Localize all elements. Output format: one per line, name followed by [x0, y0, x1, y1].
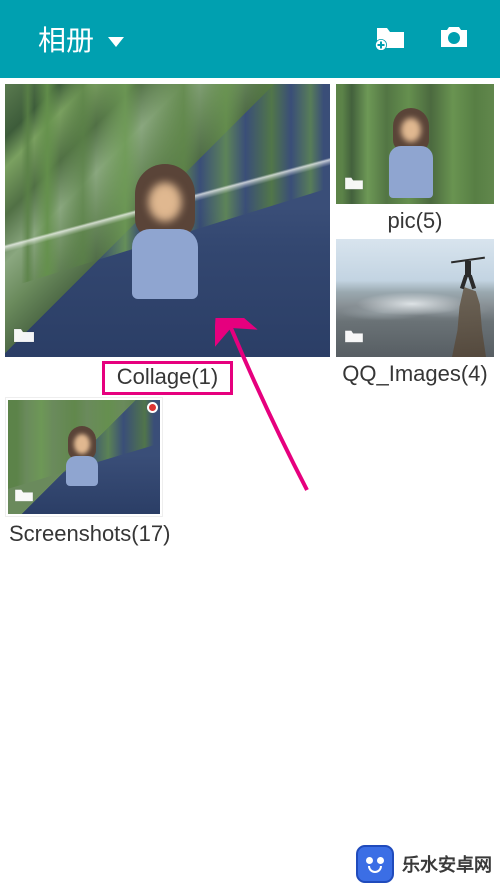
camera-icon[interactable] [438, 24, 470, 55]
album-label-qq: QQ_Images(4) [336, 361, 494, 387]
album-thumbnail-qq[interactable] [336, 239, 494, 357]
folder-icon [344, 175, 364, 196]
gallery-grid: Collage(1) pic(5) [0, 78, 500, 553]
album-thumbnail-screenshots[interactable] [5, 397, 163, 517]
folder-icon [14, 487, 34, 508]
album-collage[interactable]: Collage(1) [5, 84, 330, 395]
album-thumbnail-pic[interactable] [336, 84, 494, 204]
folder-icon [344, 328, 364, 349]
watermark: 乐水安卓网 [356, 845, 492, 883]
watermark-text: 乐水安卓网 [402, 851, 492, 877]
folder-icon [13, 326, 35, 349]
album-qq-images[interactable]: QQ_Images(4) [336, 239, 494, 387]
notification-dot-icon [147, 402, 158, 413]
album-label-pic: pic(5) [336, 208, 494, 234]
mascot-icon [356, 845, 394, 883]
dropdown-arrow-icon[interactable] [108, 37, 124, 47]
album-thumbnail-collage[interactable] [5, 84, 330, 357]
new-folder-icon[interactable] [375, 24, 406, 55]
album-label-collage: Collage(1) [102, 361, 234, 395]
header-title[interactable]: 相册 [38, 19, 94, 59]
album-screenshots[interactable]: Screenshots(17) [5, 397, 163, 547]
app-header: 相册 [0, 0, 500, 78]
album-label-screenshots: Screenshots(17) [5, 521, 163, 547]
album-pic[interactable]: pic(5) [336, 84, 494, 234]
